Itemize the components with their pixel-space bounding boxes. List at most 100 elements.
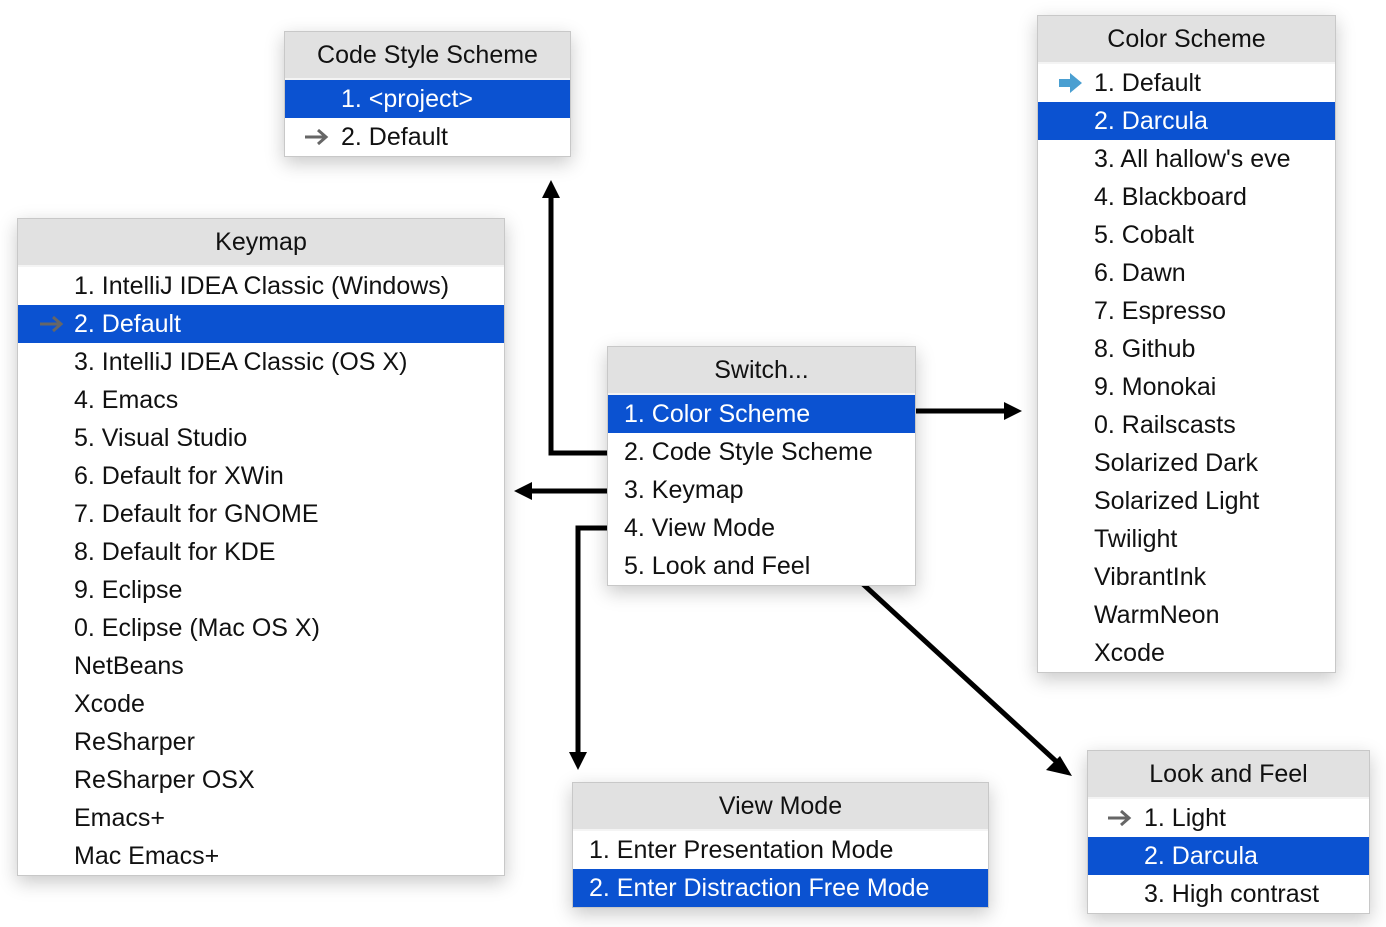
menu-item-label: VibrantInk — [1094, 563, 1207, 591]
menu-item-xcode[interactable]: Xcode — [1038, 634, 1335, 672]
menu-item-2-default[interactable]: 2. Default — [18, 305, 504, 343]
menu-item-label: 9. Monokai — [1094, 373, 1217, 401]
menu-item-label: 1. Default — [1094, 69, 1202, 97]
color-scheme-popup: Color Scheme 1. Default 2. Darcula 3. All … — [1037, 15, 1336, 673]
menu-item-emacs[interactable]: Emacs+ — [18, 799, 504, 837]
menu-item-6-default-for-xwin[interactable]: 6. Default for XWin — [18, 457, 504, 495]
menu-item-resharper-osx[interactable]: ReSharper OSX — [18, 761, 504, 799]
menu-item-label: 1. Light — [1144, 804, 1227, 832]
menu-item-label: Solarized Light — [1094, 487, 1260, 515]
menu-item-label: Mac Emacs+ — [74, 842, 220, 870]
menu-item-label: 6. Default for XWin — [74, 462, 284, 490]
menu-item-label: ReSharper — [74, 728, 195, 756]
menu-item-label: 3. All hallow's eve — [1094, 145, 1291, 173]
code-style-scheme-popup: Code Style Scheme 1. <project> 2. Defaul… — [284, 31, 571, 157]
menu-item-1-light[interactable]: 1. Light — [1088, 799, 1369, 837]
menu-item-twilight[interactable]: Twilight — [1038, 520, 1335, 558]
menu-item-5-cobalt[interactable]: 5. Cobalt — [1038, 216, 1335, 254]
menu-item-label: 3. High contrast — [1144, 880, 1320, 908]
menu-item-vibrantink[interactable]: VibrantInk — [1038, 558, 1335, 596]
menu-item-label: 2. Default — [341, 123, 449, 151]
menu-item-1-intellij-idea-classic-windows[interactable]: 1. IntelliJ IDEA Classic (Windows) — [18, 267, 504, 305]
menu-item-1-default[interactable]: 1. Default — [1038, 64, 1335, 102]
menu-item-label: 1. Enter Presentation Mode — [589, 836, 894, 864]
menu-item-label: 3. IntelliJ IDEA Classic (OS X) — [74, 348, 408, 376]
menu-item-label: 7. Espresso — [1094, 297, 1227, 325]
menu-item-8-github[interactable]: 8. Github — [1038, 330, 1335, 368]
menu-item-7-espresso[interactable]: 7. Espresso — [1038, 292, 1335, 330]
menu-item-9-eclipse[interactable]: 9. Eclipse — [18, 571, 504, 609]
menu-item-label: 1. <project> — [341, 85, 474, 113]
menu-item-0-railscasts[interactable]: 0. Railscasts — [1038, 406, 1335, 444]
menu-item-label: Xcode — [1094, 639, 1165, 667]
blue-right-arrow-icon — [1058, 64, 1084, 102]
menu-item-label: 5. Visual Studio — [74, 424, 248, 452]
menu-item-xcode[interactable]: Xcode — [18, 685, 504, 723]
popup-title: Look and Feel — [1088, 751, 1369, 799]
menu-item-label: WarmNeon — [1094, 601, 1220, 629]
look-and-feel-popup: Look and Feel 1. Light 2. Darcula 3. High … — [1087, 750, 1370, 914]
menu-item-label: 1. IntelliJ IDEA Classic (Windows) — [74, 272, 450, 300]
menu-item-4-blackboard[interactable]: 4. Blackboard — [1038, 178, 1335, 216]
menu-item-2-code-style-scheme[interactable]: 2. Code Style Scheme — [608, 433, 915, 471]
menu-item-mac-emacs[interactable]: Mac Emacs+ — [18, 837, 504, 875]
menu-item-5-visual-studio[interactable]: 5. Visual Studio — [18, 419, 504, 457]
menu-item-label: 7. Default for GNOME — [74, 500, 319, 528]
switch-popup: Switch... 1. Color Scheme 2. Code Style S… — [607, 346, 916, 586]
menu-item-label: 2. Default — [74, 310, 182, 338]
menu-item-3-high-contrast[interactable]: 3. High contrast — [1088, 875, 1369, 913]
menu-item-3-keymap[interactable]: 3. Keymap — [608, 471, 915, 509]
menu-item-label: ReSharper OSX — [74, 766, 255, 794]
menu-item-2-darcula[interactable]: 2. Darcula — [1038, 102, 1335, 140]
menu-item-netbeans[interactable]: NetBeans — [18, 647, 504, 685]
menu-item-resharper[interactable]: ReSharper — [18, 723, 504, 761]
view-mode-popup: View Mode 1. Enter Presentation Mode 2. E… — [572, 782, 989, 908]
menu-item-8-default-for-kde[interactable]: 8. Default for KDE — [18, 533, 504, 571]
menu-item-project[interactable]: 1. <project> — [285, 80, 570, 118]
menu-item-1-enter-presentation-mode[interactable]: 1. Enter Presentation Mode — [573, 831, 988, 869]
menu-item-label: 4. Blackboard — [1094, 183, 1247, 211]
menu-item-5-look-and-feel[interactable]: 5. Look and Feel — [608, 547, 915, 585]
arrow-to-color-scheme — [906, 402, 1022, 420]
right-arrow-icon — [38, 305, 66, 343]
menu-item-solarized-dark[interactable]: Solarized Dark — [1038, 444, 1335, 482]
popup-title: View Mode — [573, 783, 988, 831]
menu-item-label: 0. Railscasts — [1094, 411, 1236, 439]
menu-item-label: 2. Darcula — [1094, 107, 1208, 135]
menu-item-4-emacs[interactable]: 4. Emacs — [18, 381, 504, 419]
menu-item-label: 9. Eclipse — [74, 576, 183, 604]
menu-item-2-darcula[interactable]: 2. Darcula — [1088, 837, 1369, 875]
menu-item-label: Twilight — [1094, 525, 1178, 553]
menu-item-label: 2. Enter Distraction Free Mode — [589, 874, 930, 902]
menu-item-label: Emacs+ — [74, 804, 166, 832]
menu-item-3-all-hallow-s-eve[interactable]: 3. All hallow's eve — [1038, 140, 1335, 178]
menu-item-4-view-mode[interactable]: 4. View Mode — [608, 509, 915, 547]
menu-item-label: 2. Darcula — [1144, 842, 1258, 870]
menu-item-2-enter-distraction-free-mode[interactable]: 2. Enter Distraction Free Mode — [573, 869, 988, 907]
menu-item-1-color-scheme[interactable]: 1. Color Scheme — [608, 395, 915, 433]
right-arrow-icon — [1106, 799, 1134, 837]
menu-item-3-intellij-idea-classic-os-x[interactable]: 3. IntelliJ IDEA Classic (OS X) — [18, 343, 504, 381]
menu-item-label: 5. Look and Feel — [624, 552, 811, 580]
menu-item-0-eclipse-mac-os-x[interactable]: 0. Eclipse (Mac OS X) — [18, 609, 504, 647]
menu-item-label: NetBeans — [74, 652, 184, 680]
menu-item-warmneon[interactable]: WarmNeon — [1038, 596, 1335, 634]
menu-item-solarized-light[interactable]: Solarized Light — [1038, 482, 1335, 520]
right-arrow-icon — [303, 118, 331, 156]
menu-item-label: 8. Github — [1094, 335, 1196, 363]
popup-title: Switch... — [608, 347, 915, 395]
menu-item-6-dawn[interactable]: 6. Dawn — [1038, 254, 1335, 292]
popup-title: Color Scheme — [1038, 16, 1335, 64]
menu-item-label: 0. Eclipse (Mac OS X) — [74, 614, 320, 642]
keymap-popup: Keymap 1. IntelliJ IDEA Classic (Windows… — [17, 218, 505, 876]
menu-item-label: 2. Code Style Scheme — [624, 438, 873, 466]
menu-item-default[interactable]: 2. Default — [285, 118, 570, 156]
menu-item-label: 6. Dawn — [1094, 259, 1186, 287]
menu-item-9-monokai[interactable]: 9. Monokai — [1038, 368, 1335, 406]
menu-item-label: Solarized Dark — [1094, 449, 1258, 477]
popup-title: Keymap — [18, 219, 504, 267]
menu-item-label: 8. Default for KDE — [74, 538, 276, 566]
menu-item-label: 4. Emacs — [74, 386, 179, 414]
menu-item-label: 3. Keymap — [624, 476, 744, 504]
menu-item-7-default-for-gnome[interactable]: 7. Default for GNOME — [18, 495, 504, 533]
